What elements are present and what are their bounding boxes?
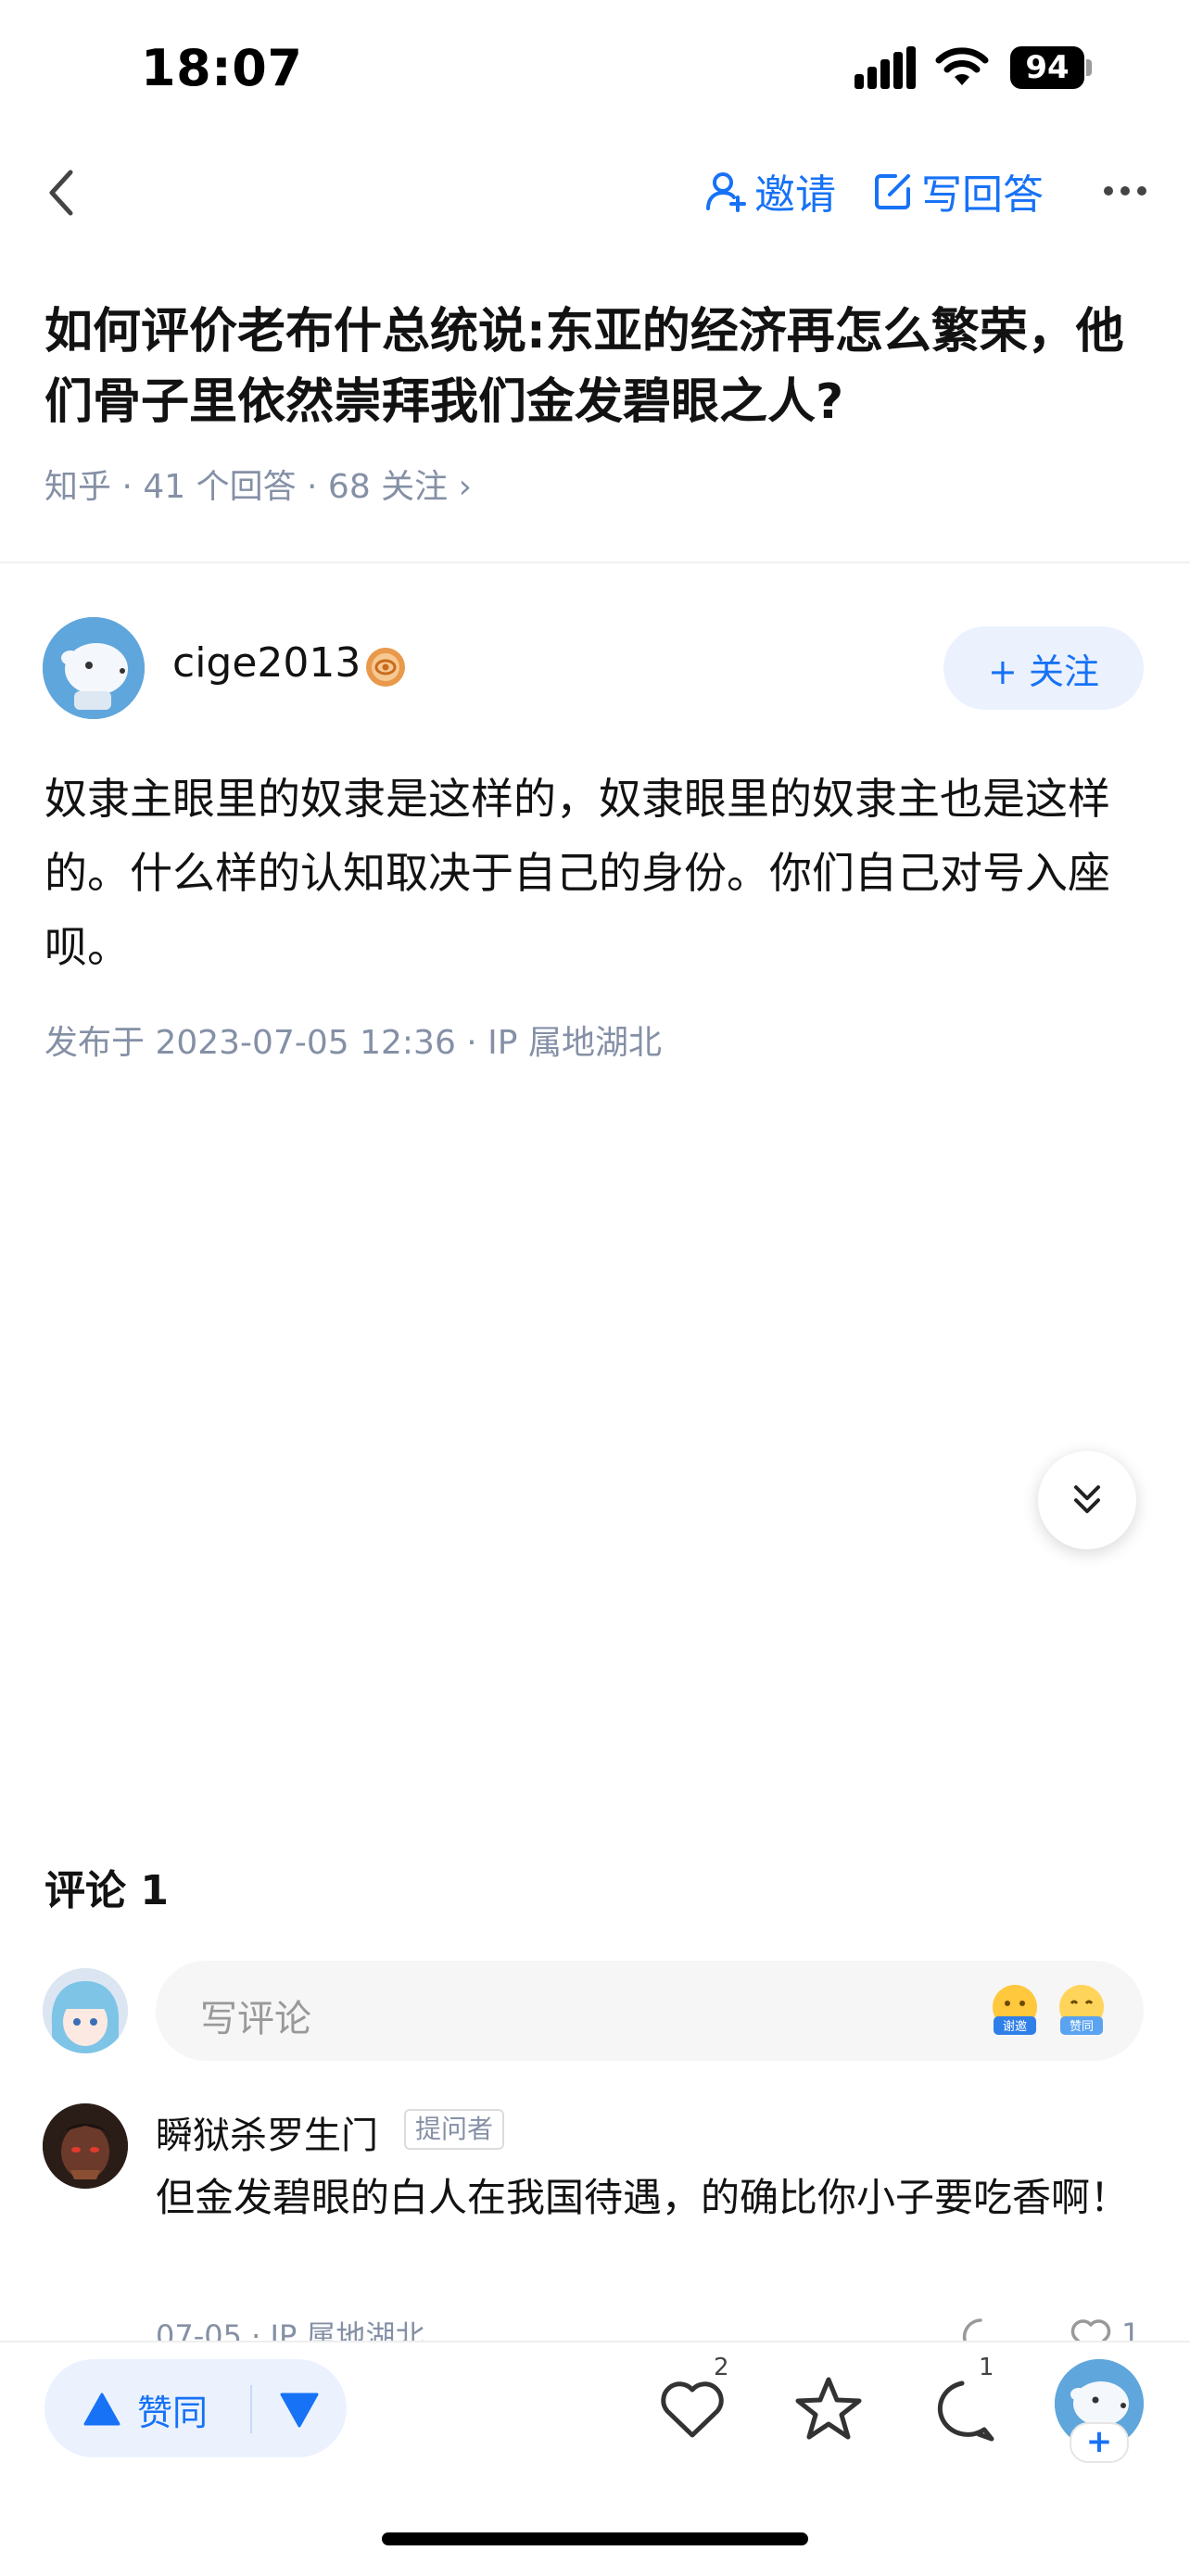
comment-text: 但金发碧眼的白人在我国待遇，的确比你小子要吃香啊！ bbox=[156, 2175, 1130, 2220]
question-title[interactable]: 如何评价老布什总统说:东亚的经济再怎么繁荣，他们骨子里依然崇拜我们金发碧眼之人? bbox=[44, 297, 1147, 437]
more-options-icon[interactable] bbox=[1101, 182, 1149, 200]
write-answer-label: 写回答 bbox=[921, 171, 1044, 219]
battery-icon: 94 bbox=[1010, 46, 1094, 89]
cellular-signal-icon bbox=[855, 46, 916, 89]
creator-badge-icon bbox=[366, 648, 405, 687]
divider bbox=[0, 562, 1190, 563]
upvote-button[interactable]: 赞同 bbox=[83, 2383, 208, 2435]
invite-button[interactable]: 邀请 bbox=[704, 163, 836, 219]
thanks-heart-icon[interactable] bbox=[658, 2378, 727, 2441]
comments-title: 评论 1 bbox=[44, 1867, 169, 1914]
follow-button[interactable]: + 关注 bbox=[943, 626, 1144, 710]
svg-text:谢邀: 谢邀 bbox=[1003, 2019, 1027, 2034]
heart-count: 2 bbox=[714, 2354, 729, 2381]
wifi-icon bbox=[935, 47, 989, 85]
author-name[interactable]: cige2013 bbox=[172, 639, 361, 687]
write-answer-button[interactable]: 写回答 bbox=[873, 163, 1044, 219]
commenter-avatar[interactable] bbox=[43, 2103, 128, 2189]
invite-person-icon bbox=[706, 172, 746, 212]
commenter-name[interactable]: 瞬狱杀罗生门 bbox=[156, 2105, 378, 2159]
agree-emoji-icon[interactable]: 赞同 bbox=[1055, 1983, 1108, 2037]
downvote-button[interactable] bbox=[278, 2389, 321, 2430]
author-avatar[interactable] bbox=[43, 617, 145, 719]
svg-text:赞同: 赞同 bbox=[1070, 2020, 1094, 2034]
home-indicator[interactable] bbox=[382, 2532, 808, 2545]
thanks-invite-emoji-icon[interactable]: 谢邀 bbox=[988, 1983, 1042, 2037]
comment-bubble-icon[interactable] bbox=[927, 2378, 997, 2443]
comment-input-placeholder[interactable]: 写评论 bbox=[200, 1989, 311, 2042]
upvote-triangle-icon bbox=[83, 2393, 120, 2426]
upvote-label: 赞同 bbox=[137, 2392, 209, 2433]
asker-tag: 提问者 bbox=[404, 2109, 505, 2150]
next-answer-button[interactable] bbox=[1038, 1451, 1136, 1549]
vote-separator bbox=[250, 2385, 252, 2433]
answer-text: 奴隶主眼里的奴隶是这样的，奴隶眼里的奴隶主也是这样的。什么样的认知取决于自己的身… bbox=[44, 774, 1110, 972]
comment-count: 1 bbox=[979, 2354, 994, 2381]
double-chevron-down-icon bbox=[1074, 1485, 1100, 1513]
back-arrow-icon[interactable] bbox=[43, 165, 80, 221]
status-time: 18:07 bbox=[141, 39, 303, 97]
favorite-star-icon[interactable] bbox=[793, 2374, 864, 2443]
my-avatar bbox=[43, 1968, 128, 2053]
question-meta[interactable]: 知乎 · 41 个回答 · 68 关注 › bbox=[44, 460, 472, 508]
follow-plus-button[interactable]: + bbox=[1070, 2422, 1129, 2463]
edit-icon bbox=[875, 174, 910, 209]
battery-level: 94 bbox=[1010, 46, 1084, 89]
invite-label: 邀请 bbox=[754, 171, 836, 219]
answer-publish-time: 发布于 2023-07-05 12:36 · IP 属地湖北 bbox=[44, 1024, 662, 1062]
